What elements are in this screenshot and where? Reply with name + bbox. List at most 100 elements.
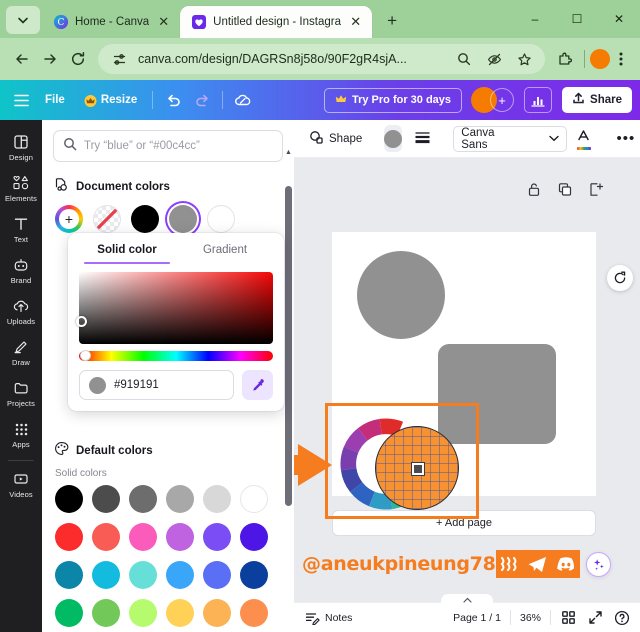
color-swatch[interactable] xyxy=(92,523,120,551)
sidebar-item-elements[interactable]: Elements xyxy=(0,167,42,208)
telegram-icon[interactable] xyxy=(523,550,552,578)
steemit-icon[interactable] xyxy=(495,550,524,578)
cloud-saved-icon[interactable] xyxy=(230,87,256,113)
color-swatch[interactable] xyxy=(203,485,231,513)
rotate-button[interactable] xyxy=(607,265,633,291)
search-input[interactable]: Try “blue” or “#00c4cc” xyxy=(53,130,283,162)
eyedropper-button[interactable] xyxy=(242,370,273,400)
sidebar-item-brand[interactable]: Brand xyxy=(0,249,42,290)
color-swatch[interactable] xyxy=(240,561,268,589)
no-color-swatch[interactable] xyxy=(93,205,121,233)
page-indicator[interactable]: Page 1 / 1 xyxy=(453,612,501,624)
color-swatch[interactable] xyxy=(166,599,194,627)
hue-knob[interactable] xyxy=(80,350,91,361)
back-button[interactable] xyxy=(8,45,36,73)
fullscreen-icon[interactable] xyxy=(587,610,603,626)
color-swatch[interactable] xyxy=(129,523,157,551)
sidebar-item-uploads[interactable]: Uploads xyxy=(0,290,42,331)
kebab-menu-icon[interactable] xyxy=(610,47,632,71)
help-icon[interactable] xyxy=(614,610,630,626)
address-bar[interactable]: canva.com/design/DAGRSn8j58o/90F2gR4sjA.… xyxy=(98,44,545,74)
color-swatch[interactable] xyxy=(166,523,194,551)
forward-button[interactable] xyxy=(36,45,64,73)
sidebar-item-text[interactable]: Text xyxy=(0,208,42,249)
notes-button[interactable]: Notes xyxy=(304,610,352,626)
color-swatch[interactable] xyxy=(55,485,83,513)
gray-circle-shape[interactable] xyxy=(357,251,445,339)
new-tab-button[interactable]: + xyxy=(379,8,405,34)
fill-color-button[interactable] xyxy=(384,125,403,152)
saturation-value-field[interactable] xyxy=(76,272,273,344)
try-pro-button[interactable]: Try Pro for 30 days xyxy=(323,87,463,113)
close-icon[interactable]: ✕ xyxy=(156,14,171,30)
color-swatch[interactable] xyxy=(92,599,120,627)
expand-timeline-button[interactable] xyxy=(441,594,493,605)
main-menu-button[interactable] xyxy=(8,87,34,113)
tab-solid-color[interactable]: Solid color xyxy=(78,233,176,264)
browser-tab-untitled-design[interactable]: Untitled design - Instagram ✕ xyxy=(180,6,373,38)
color-swatch[interactable] xyxy=(55,523,83,551)
zoom-level[interactable]: 36% xyxy=(520,612,541,624)
scrollbar-thumb[interactable] xyxy=(285,186,292,506)
share-button[interactable]: Share xyxy=(562,87,632,113)
tune-icon[interactable] xyxy=(108,48,130,70)
resize-button[interactable]: Resize xyxy=(76,89,145,111)
text-color-button[interactable] xyxy=(573,126,595,152)
grid-view-icon[interactable] xyxy=(560,610,576,626)
star-icon[interactable] xyxy=(513,48,535,70)
selected-color-preview[interactable] xyxy=(375,426,459,510)
hex-input[interactable]: #919191 xyxy=(79,370,234,400)
sidebar-item-videos[interactable]: Videos xyxy=(0,463,42,504)
maximize-button[interactable]: ☐ xyxy=(556,0,598,38)
lock-icon[interactable] xyxy=(525,181,542,198)
more-options-button[interactable]: ••• xyxy=(611,131,640,146)
color-swatch[interactable] xyxy=(240,599,268,627)
color-swatch[interactable] xyxy=(240,523,268,551)
add-color-swatch[interactable]: + xyxy=(55,205,83,233)
discord-icon[interactable] xyxy=(551,550,580,578)
color-swatch[interactable] xyxy=(129,485,157,513)
redo-button[interactable] xyxy=(189,87,215,113)
sidebar-item-apps[interactable]: Apps xyxy=(0,413,42,454)
color-swatch[interactable] xyxy=(203,561,231,589)
tab-gradient[interactable]: Gradient xyxy=(176,233,274,264)
add-collaborator-button[interactable]: + xyxy=(490,88,515,112)
shape-button[interactable]: Shape xyxy=(303,126,368,152)
undo-button[interactable] xyxy=(160,87,186,113)
sidebar-item-projects[interactable]: Projects xyxy=(0,372,42,413)
color-swatch[interactable] xyxy=(55,599,83,627)
color-swatch[interactable] xyxy=(129,599,157,627)
panel-scrollbar[interactable]: ▲ ▼ xyxy=(285,149,292,632)
color-swatch[interactable] xyxy=(166,485,194,513)
duplicate-icon[interactable] xyxy=(556,181,573,198)
sv-knob[interactable] xyxy=(76,316,87,327)
color-swatch[interactable] xyxy=(92,561,120,589)
hue-slider[interactable] xyxy=(79,350,273,361)
search-icon[interactable] xyxy=(453,48,475,70)
canvas-area[interactable]: + Add page @aneukpineung78 xyxy=(294,158,640,602)
sidebar-item-draw[interactable]: Draw xyxy=(0,331,42,372)
sidebar-item-design[interactable]: Design xyxy=(0,126,42,167)
white-swatch[interactable] xyxy=(207,205,235,233)
color-swatch[interactable] xyxy=(203,523,231,551)
gray-swatch-selected[interactable] xyxy=(169,205,197,233)
puzzle-icon[interactable] xyxy=(551,45,579,73)
insights-button[interactable] xyxy=(524,87,553,113)
color-swatch[interactable] xyxy=(166,561,194,589)
color-swatch[interactable] xyxy=(92,485,120,513)
profile-avatar[interactable] xyxy=(590,49,610,69)
reload-button[interactable] xyxy=(64,45,92,73)
file-menu-button[interactable]: File xyxy=(37,89,73,111)
color-swatch[interactable] xyxy=(55,561,83,589)
eye-off-icon[interactable] xyxy=(483,48,505,70)
add-page-icon[interactable] xyxy=(587,181,604,198)
browser-tab-home-canva[interactable]: C Home - Canva ✕ xyxy=(42,6,180,38)
scroll-up-arrow[interactable]: ▲ xyxy=(285,148,292,156)
color-swatch[interactable] xyxy=(203,599,231,627)
color-swatch[interactable] xyxy=(129,561,157,589)
close-window-button[interactable]: ✕ xyxy=(598,0,640,38)
border-style-button[interactable] xyxy=(408,126,437,152)
black-swatch[interactable] xyxy=(131,205,159,233)
color-swatch[interactable] xyxy=(240,485,268,513)
close-icon[interactable]: ✕ xyxy=(348,14,363,30)
